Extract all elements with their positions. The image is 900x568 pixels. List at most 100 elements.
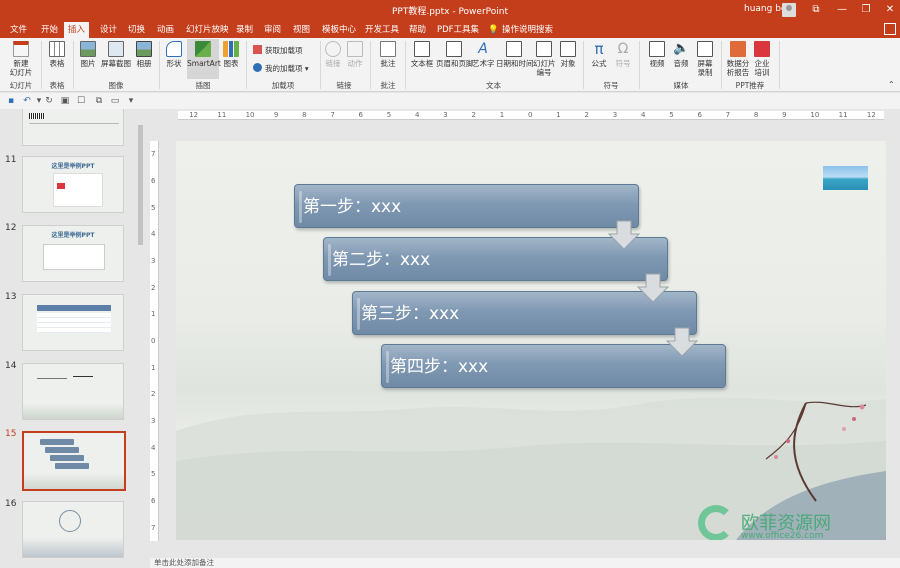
ruler-tick-label: 3 [612, 111, 618, 119]
tab-file[interactable]: 文件 [6, 22, 31, 38]
tab-review[interactable]: 审阅 [260, 22, 285, 38]
link-button[interactable]: 链接 [323, 41, 343, 68]
slide-thumbnail[interactable]: 这里是举例PPT [22, 225, 124, 282]
redo-icon[interactable]: ↻ [44, 96, 54, 106]
undo-dropdown-icon[interactable]: ▾ [34, 96, 44, 106]
object-button[interactable]: 对象 [558, 41, 578, 68]
slide-thumbnail[interactable] [22, 501, 124, 558]
ruler-tick-label: 2 [471, 111, 476, 119]
tab-template-center[interactable]: 模板中心 [318, 22, 360, 38]
my-addins-button[interactable]: 我的加载项 ▾ [253, 63, 309, 74]
table-label: 表格 [49, 59, 65, 68]
slide-thumbnail-selected[interactable] [22, 431, 126, 491]
share-icon[interactable] [884, 23, 896, 35]
tell-me-search[interactable]: 操作说明搜索 [498, 22, 557, 38]
smartart-button[interactable]: SmartArt [187, 39, 221, 79]
restore-button[interactable]: ❐ [858, 2, 874, 18]
present-icon[interactable]: ▭ [110, 96, 120, 106]
ruler-tick-label: 2 [584, 111, 589, 119]
video-label: 视频 [649, 59, 665, 68]
comment-button[interactable]: 批注 [376, 41, 400, 68]
slide-thumbnail[interactable] [22, 294, 124, 351]
touch-mode-icon[interactable]: ☐ [76, 96, 86, 106]
tab-animations[interactable]: 动画 [153, 22, 178, 38]
thumb-content [43, 244, 105, 270]
header-footer-label: 页眉和页脚 [436, 59, 474, 68]
customize-icon[interactable]: ▾ [126, 96, 136, 106]
tab-slideshow[interactable]: 幻灯片放映 [182, 22, 233, 38]
ruler-tick-label: 11 [838, 111, 848, 119]
screen-record-icon [697, 41, 713, 57]
tab-record[interactable]: 录制 [232, 22, 257, 38]
slide-canvas[interactable]: 第一步：xxx 第二步：xxx 第三步：xxx 第四步：xxx 欧菲资源网 ww… [176, 141, 886, 540]
equation-button[interactable]: π 公式 [588, 41, 610, 68]
group-slides-label: 幻灯片 [9, 81, 33, 90]
tab-design[interactable]: 设计 [96, 22, 121, 38]
datetime-button[interactable]: 日期和时间 [496, 41, 534, 68]
ruler-tick-label: 5 [151, 470, 156, 479]
scrollbar-thumb[interactable] [138, 125, 143, 245]
symbol-button[interactable]: Ω 符号 [612, 41, 634, 68]
tab-transitions[interactable]: 切换 [124, 22, 149, 38]
group-separator [405, 41, 406, 89]
ruler-tick-label: 7 [151, 150, 156, 159]
slide-number: 12 [5, 223, 17, 233]
ruler-tick-label: 3 [443, 111, 448, 119]
slide-thumbnail[interactable] [22, 363, 124, 420]
notes-pane[interactable]: 单击此处添加备注 [150, 558, 900, 568]
down-arrow-icon [665, 327, 699, 357]
tab-developer[interactable]: 开发工具 [361, 22, 403, 38]
tab-insert[interactable]: 插入 [64, 22, 90, 38]
collapse-ribbon-icon[interactable]: ⌃ [888, 80, 895, 89]
slide-number-button[interactable]: 幻灯片 编号 [533, 41, 556, 77]
enterprise-training-button[interactable]: 企业 培训 [751, 41, 773, 77]
chart-button[interactable]: 图表 [221, 41, 241, 68]
close-button[interactable]: ✕ [882, 2, 898, 18]
title-bar: PPT教程.pptx - PowerPoint huang bo ⧉ — ❐ ✕ [0, 0, 900, 20]
down-arrow-icon [607, 220, 641, 250]
screenshot-button[interactable]: 屏幕截图 [100, 41, 132, 68]
slide-thumbnail[interactable] [22, 109, 124, 146]
wordart-button[interactable]: A 艺术字 [472, 41, 495, 68]
screen-record-button[interactable]: 屏幕 录制 [694, 41, 716, 77]
avatar[interactable] [782, 3, 796, 17]
horizontal-ruler: 12 11 10 9 8 7 6 5 4 3 2 1 0 1 2 3 4 5 6 7 8 9 10 11 12 [178, 111, 884, 120]
shapes-label: 形状 [166, 59, 182, 68]
thumb-line [37, 378, 67, 379]
user-name[interactable]: huang bo [744, 4, 786, 14]
tab-home[interactable]: 开始 [37, 22, 62, 38]
slide-number-icon [536, 41, 552, 57]
save-icon[interactable]: ▪ [6, 96, 16, 106]
thumb-table-header [37, 305, 111, 311]
screenshot-icon[interactable]: ⧉ [94, 96, 104, 106]
new-slide-button[interactable]: 新建 幻灯片 [4, 41, 38, 77]
audio-button[interactable]: 🔈 音频 [670, 41, 692, 68]
thumb-mountains [24, 473, 124, 489]
get-addins-button[interactable]: 获取加载项 [253, 45, 303, 56]
ruler-tick-label: 4 [640, 111, 646, 119]
shapes-button[interactable]: 形状 [163, 41, 185, 68]
thumb-title: 这里是举例PPT [51, 163, 95, 170]
slide-thumbnail[interactable]: 这里是举例PPT [22, 156, 124, 213]
tab-help[interactable]: 帮助 [405, 22, 430, 38]
undo-icon[interactable]: ↶ [22, 96, 32, 106]
picture-button[interactable]: 图片 [77, 41, 99, 68]
slides-panel-scrollbar[interactable] [137, 113, 144, 568]
photo-album-button[interactable]: 相册 [133, 41, 155, 68]
start-slideshow-icon[interactable]: ▣ [60, 96, 70, 106]
table-button[interactable]: 表格 [44, 41, 70, 68]
textbox-button[interactable]: 文本框 [409, 41, 435, 68]
ribbon-insert: 新建 幻灯片 幻灯片 表格 表格 图片 屏幕截图 相册 图像 形状 SmartA… [0, 38, 900, 92]
data-analysis-button[interactable]: 数据分 析报告 [725, 41, 751, 77]
ruler-tick-label: 5 [669, 111, 674, 119]
tab-view[interactable]: 视图 [289, 22, 314, 38]
action-button[interactable]: 动作 [345, 41, 365, 68]
new-slide-label: 新建 幻灯片 [9, 59, 33, 77]
tab-pdf-tools[interactable]: PDF工具集 [433, 22, 483, 38]
slide-number: 11 [5, 155, 17, 165]
ribbon-display-options-icon[interactable]: ⧉ [808, 2, 824, 18]
video-button[interactable]: 视频 [646, 41, 668, 68]
ruler-tick-label: 6 [358, 111, 364, 119]
minimize-button[interactable]: — [834, 2, 850, 18]
header-footer-button[interactable]: 页眉和页脚 [436, 41, 474, 68]
